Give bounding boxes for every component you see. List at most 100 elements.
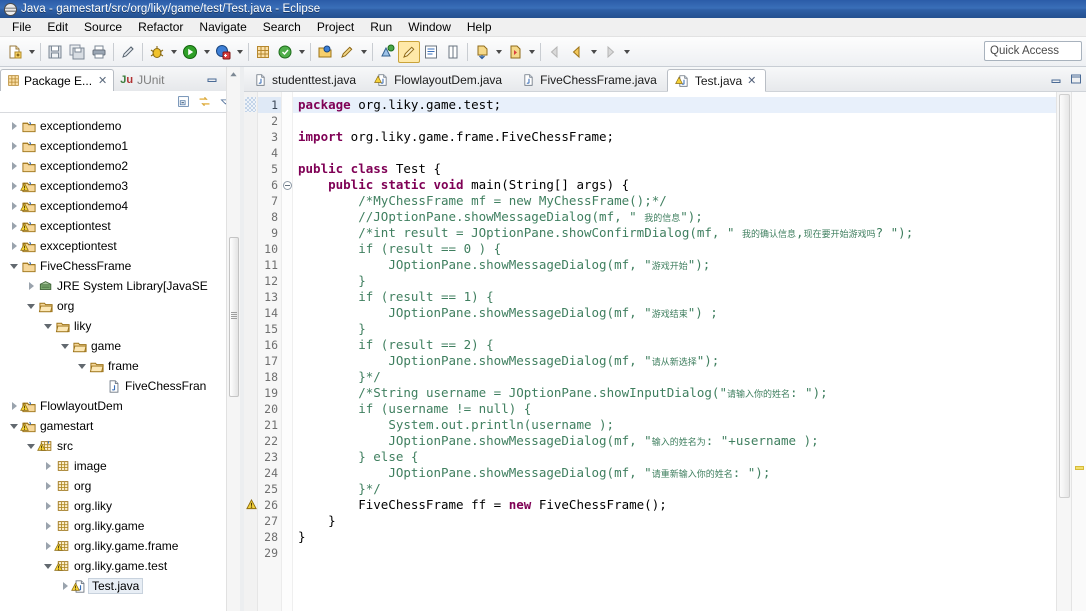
code-line[interactable] [293,113,1056,129]
tree-item[interactable]: FlowlayoutDem [0,396,240,416]
tree-item[interactable]: exceptiondemo [0,116,240,136]
code-line[interactable]: public class Test { [293,161,1056,177]
print-icon[interactable] [88,41,110,63]
twisty-collapsed-icon[interactable] [8,156,20,176]
class-icon[interactable] [274,41,296,63]
code-line[interactable]: }*/ [293,369,1056,385]
tree-item[interactable]: exxceptiontest [0,236,240,256]
next-edit-icon[interactable] [504,41,526,63]
code-line[interactable]: } [293,273,1056,289]
code-line[interactable]: if (result == 1) { [293,289,1056,305]
tree-item[interactable]: org.liky.game [0,516,240,536]
code-line[interactable]: JOptionPane.showMessageDialog(mf, "输入的姓名… [293,433,1056,449]
tree-item[interactable]: FiveChessFran [0,376,240,396]
code-line[interactable]: JOptionPane.showMessageDialog(mf, "请重新输入… [293,465,1056,481]
code-line[interactable]: } [293,321,1056,337]
search-dropdown-arrow[interactable] [358,41,369,63]
tree-item[interactable]: exceptiontest [0,216,240,236]
editor-scrollbar[interactable] [1056,92,1071,611]
close-icon[interactable]: ✕ [98,74,107,87]
code-editor[interactable]: package org.liky.game.test; import org.li… [293,92,1056,611]
run-dropdown-arrow[interactable] [201,41,212,63]
tree-item[interactable]: org [0,476,240,496]
twisty-expanded-icon[interactable] [8,416,20,436]
menu-item-help[interactable]: Help [459,18,500,36]
twisty-expanded-icon[interactable] [76,356,88,376]
folding-ruler[interactable] [282,92,293,611]
menu-item-run[interactable]: Run [362,18,400,36]
warning-overview-marker[interactable] [1075,466,1084,470]
code-line[interactable]: /*MyChessFrame mf = new MyChessFrame();*… [293,193,1056,209]
twisty-collapsed-icon[interactable] [25,276,37,296]
twisty-collapsed-icon[interactable] [8,176,20,196]
menu-item-refactor[interactable]: Refactor [130,18,191,36]
twisty-collapsed-icon[interactable] [42,536,54,556]
quick-access-input[interactable]: Quick Access [984,41,1082,61]
code-line[interactable]: /*String username = JOptionPane.showInpu… [293,385,1056,401]
code-line[interactable]: if (result == 2) { [293,337,1056,353]
twisty-collapsed-icon[interactable] [42,496,54,516]
next-edit-dropdown-arrow[interactable] [526,41,537,63]
twisty-expanded-icon[interactable] [25,296,37,316]
menu-item-file[interactable]: File [4,18,39,36]
close-icon[interactable]: ✕ [747,74,756,87]
twisty-expanded-icon[interactable] [42,556,54,576]
twisty-collapsed-icon[interactable] [8,236,20,256]
external-tools-icon[interactable] [212,41,234,63]
code-line[interactable]: import org.liky.game.frame.FiveChessFram… [293,129,1056,145]
menu-item-window[interactable]: Window [400,18,459,36]
tree-item[interactable]: JRE System Library [JavaSE [0,276,240,296]
tree-item[interactable]: src [0,436,240,456]
editor-tab-flowlayoutdem-java[interactable]: FlowlayoutDem.java [366,68,512,91]
tree-item[interactable]: org.liky.game.test [0,556,240,576]
tree-item[interactable]: exceptiondemo2 [0,156,240,176]
class-dropdown-arrow[interactable] [296,41,307,63]
new-file-icon[interactable] [4,41,26,63]
twisty-collapsed-icon[interactable] [8,116,20,136]
link-with-editor-icon[interactable] [198,95,211,108]
tree-item[interactable]: frame [0,356,240,376]
twisty-collapsed-icon[interactable] [42,456,54,476]
minimize-icon[interactable] [1049,72,1062,85]
tab-package-explorer[interactable]: Package E... ✕ [0,69,115,91]
last-edit-dropdown-arrow[interactable] [493,41,504,63]
code-line[interactable]: } [293,529,1056,545]
twisty-collapsed-icon[interactable] [8,136,20,156]
tree-item[interactable]: FiveChessFrame [0,256,240,276]
scroll-up-icon[interactable] [227,67,240,81]
tree-item[interactable]: org [0,296,240,316]
pencil-icon[interactable] [117,41,139,63]
menu-item-search[interactable]: Search [255,18,309,36]
twisty-collapsed-icon[interactable] [59,576,71,596]
code-line[interactable]: /*int result = JOptionPane.showConfirmDi… [293,225,1056,241]
code-line[interactable]: } else { [293,449,1056,465]
code-line[interactable]: if (username != null) { [293,401,1056,417]
next-annotation-icon[interactable] [376,41,398,63]
debug-dropdown-arrow[interactable] [168,41,179,63]
last-edit-icon[interactable] [471,41,493,63]
forward-dropdown-arrow[interactable] [621,41,632,63]
show-whitespace-icon[interactable] [420,41,442,63]
code-line[interactable]: public static void main(String[] args) { [293,177,1056,193]
menu-item-source[interactable]: Source [76,18,130,36]
menu-item-project[interactable]: Project [309,18,362,36]
external-tools-dropdown-arrow[interactable] [234,41,245,63]
back-dropdown-arrow[interactable] [588,41,599,63]
tree-item[interactable]: game [0,336,240,356]
code-line[interactable]: //JOptionPane.showMessageDialog(mf, " 我的… [293,209,1056,225]
search-pencil-icon[interactable] [336,41,358,63]
editor-tab-studenttest-java[interactable]: studenttest.java [244,68,366,91]
code-line[interactable]: package org.liky.game.test; [293,97,1056,113]
code-line[interactable]: } [293,513,1056,529]
code-line[interactable]: System.out.println(username ); [293,417,1056,433]
forward-arrow-icon[interactable] [599,41,621,63]
twisty-collapsed-icon[interactable] [42,476,54,496]
menu-item-edit[interactable]: Edit [39,18,76,36]
twisty-collapsed-icon[interactable] [8,216,20,236]
block-selection-icon[interactable] [442,41,464,63]
package-icon[interactable] [252,41,274,63]
tree-item-selected[interactable]: Test.java [0,576,240,596]
save-all-icon[interactable] [66,41,88,63]
twisty-expanded-icon[interactable] [8,256,20,276]
twisty-expanded-icon[interactable] [25,436,37,456]
